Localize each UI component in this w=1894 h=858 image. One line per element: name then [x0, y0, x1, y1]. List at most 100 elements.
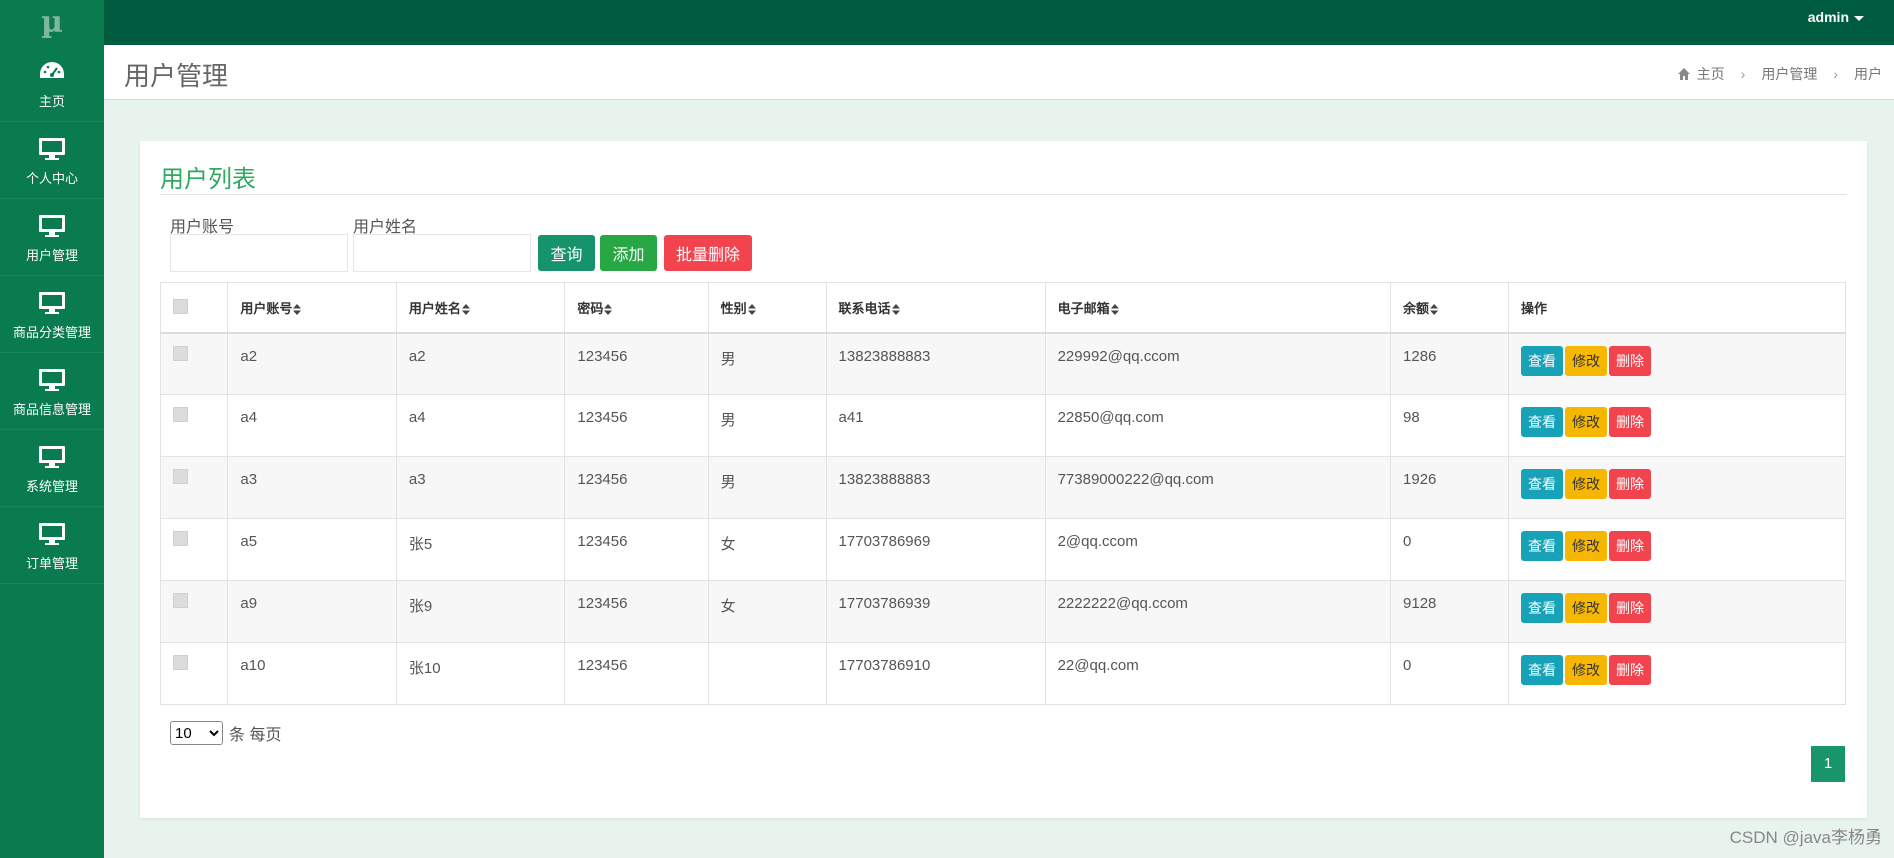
- monitor-icon: [37, 211, 67, 241]
- app-logo[interactable]: µ: [0, 0, 104, 45]
- cell-actions: 查看 修改 删除: [1507, 394, 1847, 457]
- sidebar-item-4[interactable]: 商品信息管理: [0, 353, 104, 430]
- page-size-select[interactable]: 10: [170, 721, 223, 745]
- column-header-label: 电子邮箱: [1057, 300, 1110, 316]
- sidebar-item-2[interactable]: 用户管理: [0, 199, 104, 276]
- cell-phone: 13823888883: [825, 332, 1046, 395]
- sort-icon[interactable]: [747, 303, 756, 315]
- user-menu[interactable]: admin: [1808, 9, 1864, 25]
- sidebar-item-6[interactable]: 订单管理: [0, 507, 104, 584]
- row-checkbox[interactable]: [173, 469, 188, 484]
- view-button[interactable]: 查看: [1520, 593, 1563, 623]
- page-size-control: 10 条 每页: [170, 721, 281, 745]
- sort-icon[interactable]: [1110, 303, 1119, 315]
- add-button[interactable]: 添加: [600, 235, 657, 271]
- breadcrumb: 主页 › 用户管理 › 用户: [1677, 64, 1882, 84]
- sort-icon[interactable]: [293, 303, 302, 315]
- delete-button[interactable]: 删除: [1608, 655, 1651, 685]
- column-header[interactable]: 联系电话: [825, 282, 1046, 334]
- sidebar-item-5[interactable]: 系统管理: [0, 430, 104, 507]
- select-all-cell: [159, 282, 229, 334]
- delete-button[interactable]: 删除: [1608, 531, 1651, 561]
- top-bar: µ admin: [0, 0, 1894, 45]
- row-select-cell: [159, 580, 229, 643]
- sidebar-item-label: 商品信息管理: [12, 401, 91, 417]
- cell-balance: 1926: [1390, 456, 1509, 519]
- delete-button[interactable]: 删除: [1608, 407, 1651, 437]
- edit-button[interactable]: 修改: [1564, 469, 1607, 499]
- row-select-cell: [159, 456, 229, 519]
- cell-phone: 17703786969: [825, 518, 1046, 581]
- batch-delete-button[interactable]: 批量删除: [664, 235, 752, 271]
- breadcrumb-users-admin[interactable]: 用户管理: [1761, 64, 1817, 84]
- chevron-right-icon: ›: [1740, 66, 1746, 82]
- cell-name: a4: [395, 394, 566, 457]
- table-row: a9 张9 123456 女 17703786939 2222222@qq.ccom 912…: [159, 580, 1847, 643]
- edit-button[interactable]: 修改: [1564, 345, 1607, 376]
- watermark: CSDN @java李杨勇: [1729, 828, 1882, 847]
- cell-balance: 98: [1390, 394, 1509, 457]
- account-filter-input[interactable]: [170, 234, 348, 272]
- sort-icon[interactable]: [461, 303, 470, 315]
- row-select-cell: [159, 394, 229, 457]
- table-header-row: 用户账号 用户姓名 密码 性别 联系电话 电子邮箱 余额 操作: [159, 282, 1847, 334]
- sidebar-item-label: 用户管理: [25, 247, 78, 263]
- delete-button[interactable]: 删除: [1608, 469, 1651, 499]
- breadcrumb-home[interactable]: 主页: [1697, 64, 1725, 84]
- sort-icon[interactable]: [604, 303, 613, 315]
- page-size-suffix: 条 每页: [229, 727, 282, 744]
- cell-phone: a41: [825, 394, 1046, 457]
- column-header[interactable]: 电子邮箱: [1044, 282, 1392, 334]
- cell-gender: 女: [707, 580, 827, 643]
- view-button[interactable]: 查看: [1520, 407, 1563, 437]
- cell-actions: 查看 修改 删除: [1507, 642, 1847, 705]
- sidebar: 主页 个人中心用户管理商品分类管理商品信息管理系统管理 订单管理: [0, 45, 104, 858]
- view-button[interactable]: 查看: [1520, 531, 1563, 561]
- monitor-icon: [37, 288, 67, 318]
- select-all-checkbox[interactable]: [173, 299, 188, 315]
- edit-button[interactable]: 修改: [1564, 655, 1607, 685]
- edit-button[interactable]: 修改: [1564, 593, 1607, 623]
- sidebar-item-1[interactable]: 个人中心: [0, 122, 104, 199]
- cell-actions: 查看 修改 删除: [1507, 518, 1847, 581]
- query-button[interactable]: 查询: [538, 235, 595, 271]
- sidebar-item-0[interactable]: 主页: [0, 45, 104, 122]
- column-header[interactable]: 用户账号: [227, 282, 397, 334]
- row-checkbox[interactable]: [173, 345, 188, 361]
- table-row: a3 a3 123456 男 13823888883 77389000222@qq.com…: [159, 456, 1847, 519]
- row-checkbox[interactable]: [173, 655, 188, 670]
- cell-phone: 17703786910: [825, 642, 1046, 705]
- caret-down-icon: [1854, 15, 1864, 21]
- cell-balance: 9128: [1390, 580, 1509, 643]
- row-checkbox[interactable]: [173, 407, 188, 422]
- page-button-current[interactable]: 1: [1811, 746, 1845, 782]
- column-header[interactable]: 密码: [564, 282, 709, 334]
- column-header-label: 用户账号: [240, 300, 293, 316]
- view-button[interactable]: 查看: [1520, 469, 1563, 499]
- cell-password: 123456: [564, 518, 709, 581]
- delete-button[interactable]: 删除: [1608, 593, 1651, 623]
- name-filter-input[interactable]: [353, 234, 531, 272]
- cell-name: 张10: [395, 642, 566, 705]
- column-header[interactable]: 性别: [707, 282, 827, 334]
- sort-icon[interactable]: [1430, 303, 1439, 315]
- sort-icon[interactable]: [891, 303, 900, 315]
- delete-button[interactable]: 删除: [1608, 345, 1651, 376]
- view-button[interactable]: 查看: [1520, 345, 1563, 376]
- edit-button[interactable]: 修改: [1564, 531, 1607, 561]
- view-button[interactable]: 查看: [1520, 655, 1563, 685]
- cell-balance: 0: [1390, 642, 1509, 705]
- edit-button[interactable]: 修改: [1564, 407, 1607, 437]
- row-checkbox[interactable]: [173, 531, 188, 546]
- user-list-card: 用户列表 用户账号 用户姓名 查询 添加 批量删除 用户账号 用户姓名 密码 性别 联系…: [140, 141, 1867, 818]
- row-checkbox[interactable]: [173, 593, 188, 608]
- monitor-icon: [37, 365, 67, 395]
- cell-name: a3: [395, 456, 566, 519]
- cell-password: 123456: [564, 580, 709, 643]
- sidebar-item-3[interactable]: 商品分类管理: [0, 276, 104, 353]
- cell-actions: 查看 修改 删除: [1507, 332, 1847, 395]
- cell-account: a3: [227, 456, 397, 519]
- table-row: a2 a2 123456 男 13823888883 229992@qq.ccom 1286…: [159, 332, 1847, 395]
- column-header[interactable]: 用户姓名: [395, 282, 566, 334]
- column-header[interactable]: 余额: [1390, 282, 1509, 334]
